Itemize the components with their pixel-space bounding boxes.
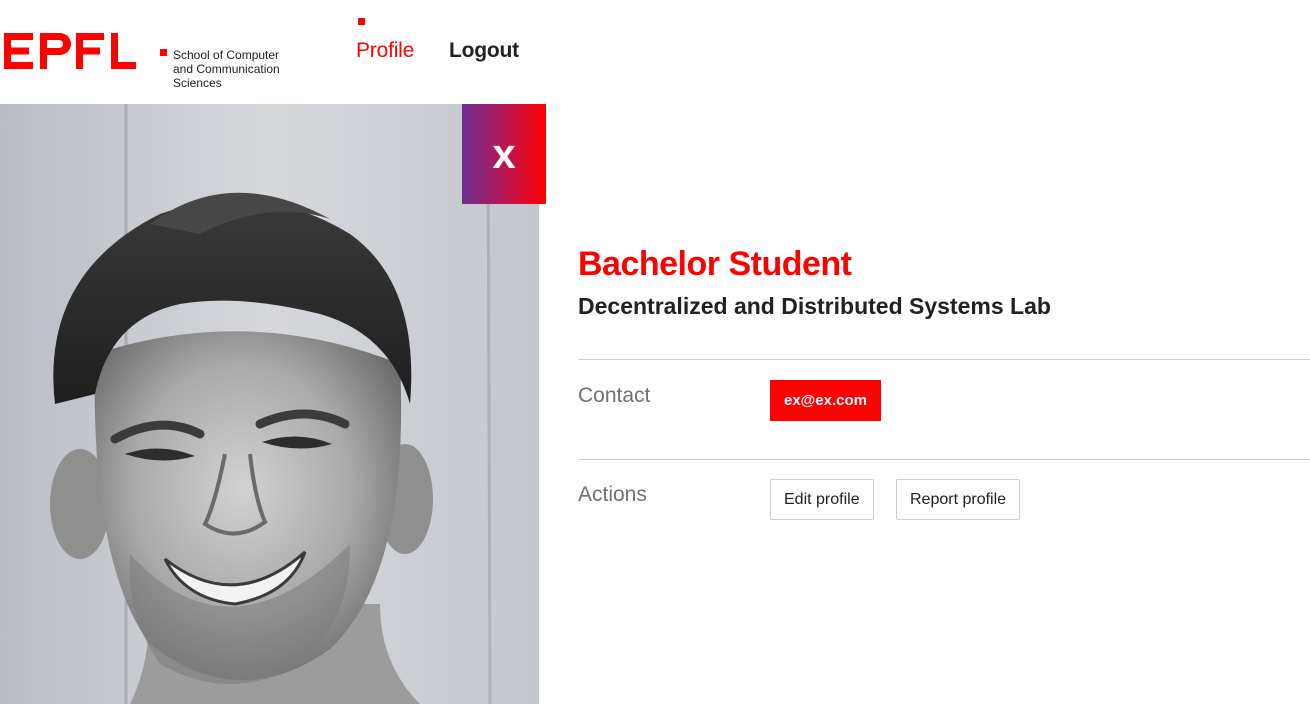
nav-profile-link[interactable]: Profile bbox=[356, 38, 414, 64]
nav-logout-link[interactable]: Logout bbox=[449, 38, 519, 64]
report-profile-button[interactable]: Report profile bbox=[896, 479, 1021, 520]
profile-lab: Decentralized and Distributed Systems La… bbox=[578, 293, 1051, 319]
edit-profile-button[interactable]: Edit profile bbox=[770, 479, 874, 520]
profile-photo bbox=[0, 104, 539, 704]
school-name: School of Computer and Communication Sci… bbox=[173, 48, 280, 90]
school-mark-icon bbox=[160, 49, 167, 56]
contact-label: Contact bbox=[578, 384, 651, 407]
nav-active-indicator bbox=[358, 18, 365, 25]
email-button[interactable]: ex@ex.com bbox=[770, 380, 882, 421]
epfl-logo[interactable] bbox=[4, 33, 136, 69]
close-button[interactable]: x bbox=[462, 104, 546, 204]
site-header: School of Computer and Communication Sci… bbox=[0, 0, 1310, 104]
profile-role: Bachelor Student bbox=[578, 245, 852, 283]
divider bbox=[578, 459, 1310, 460]
actions-label: Actions bbox=[578, 483, 647, 506]
divider bbox=[578, 359, 1310, 360]
